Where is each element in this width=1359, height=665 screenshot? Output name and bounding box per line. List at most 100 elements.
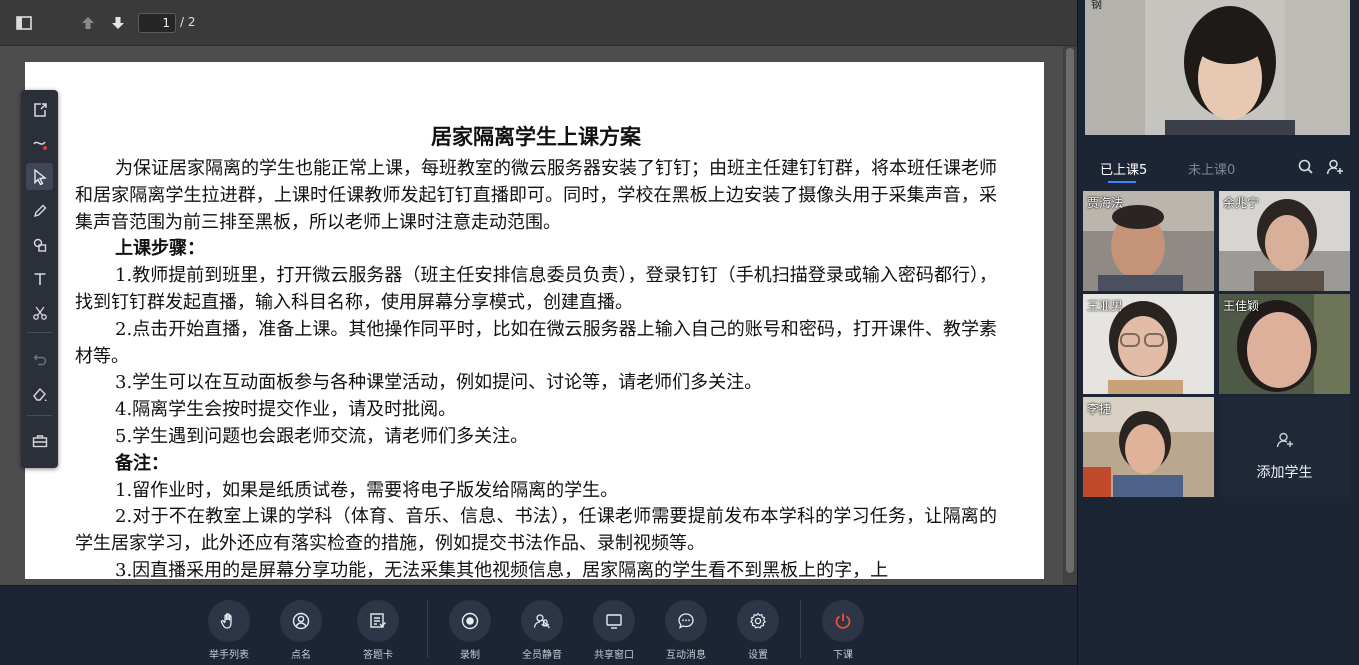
interactive-messages-button-circle [665,600,707,642]
pen-tool-button[interactable] [26,197,53,224]
record-icon [461,612,479,630]
teacher-name-label: 钢 [1091,0,1102,11]
answer-card-button-circle [357,600,399,642]
document-paragraph: 4.隔离学生会按时提交作业，请及时批阅。 [115,399,457,421]
laser-pointer-button[interactable] [26,130,53,157]
pen-icon [33,204,46,217]
document-title: 居家隔离学生上课方案 [431,124,641,149]
mute-all-icon [533,614,550,629]
export-icon [33,102,47,117]
document-viewer: 1 / 2 居家隔离学生上课方案 为保证居家隔离的学生也能正常上课，每班教室的微… [0,0,1077,585]
arrow-down-icon [112,17,124,29]
document-paragraph: 为保证居家隔离的学生也能正常上课，每班教室的微云服务器安装了钉钉；由班主任建钉钉… [75,158,997,233]
student-tile[interactable]: 贾海法 [1083,191,1214,291]
select-tool-button[interactable] [26,163,53,190]
sidebar-toggle-icon [16,16,32,30]
interactive-messages-label: 互动消息 [666,650,706,661]
cut-tool-button[interactable] [26,299,53,326]
roll-call-label: 点名 [291,650,311,661]
document-paragraph: 2.对于不在教室上课的学科（体育、音乐、信息、书法），任课老师需要提前发布本学科… [75,506,997,555]
toolbar-divider [27,332,52,333]
export-button[interactable] [26,96,53,123]
end-class-button[interactable]: 下课 [813,600,873,665]
student-name: 王亚男 [1087,299,1124,313]
document-paragraph: 3.学生可以在互动面板参与各种课堂活动，例如提问、讨论等，请老师们多关注。 [115,372,763,394]
answer-card-button[interactable]: 答题卡 [348,600,408,665]
record-label: 录制 [460,650,480,661]
undo-button[interactable] [26,345,53,372]
add-user-icon [1276,432,1293,448]
hand-raise-list-button[interactable]: 举手列表 [199,600,259,665]
share-window-label: 共享窗口 [594,650,634,661]
chat-icon [678,613,694,629]
control-divider [427,600,428,658]
document-section-heading: 备注： [115,452,169,474]
active-tab-indicator [1108,181,1136,183]
power-icon [835,613,851,629]
next-page-button[interactable] [106,11,130,35]
toolbox-icon [32,434,47,447]
roll-call-button[interactable]: 点名 [271,600,331,665]
sidebar-toggle-button[interactable] [12,11,36,35]
document-content: 居家隔离学生上课方案 为保证居家隔离的学生也能正常上课，每班教室的微云服务器安装… [75,122,997,579]
document-paragraph: 5.学生遇到问题也会跟老师交流，请老师们多关注。 [115,425,529,447]
arrow-up-icon [82,17,94,29]
annotation-toolbar [21,90,58,468]
document-paragraph: 3.因直播采用的是屏幕分享功能，无法采集其他视频信息，居家隔离的学生看不到黑板上… [115,559,889,579]
student-name: 王佳颖 [1223,299,1260,313]
document-paragraph: 2.点击开始直播，准备上课。其他操作同平时，比如在微云服务器上输入自己的账号和密… [75,318,997,367]
live-class-window: 1 / 2 居家隔离学生上课方案 为保证居家隔离的学生也能正常上课，每班教室的微… [0,0,1359,665]
page-number-input[interactable]: 1 [138,13,176,33]
student-tile[interactable]: 王佳颖 [1219,294,1350,394]
eraser-tool-button[interactable] [26,380,53,407]
document-page: 居家隔离学生上课方案 为保证居家隔离的学生也能正常上课，每班教室的微云服务器安装… [25,62,1044,579]
record-button-circle [449,600,491,642]
prev-page-button[interactable] [76,11,100,35]
hand-raise-list-button-circle [208,600,250,642]
end-class-button-circle [822,600,864,642]
attendance-tabs: 已上课5 未上课0 [1078,150,1359,186]
record-button[interactable]: 录制 [440,600,500,665]
mute-all-button[interactable]: 全员静音 [512,600,572,665]
student-tile[interactable]: 余兆宁 [1219,191,1350,291]
control-divider [800,600,801,658]
mute-all-label: 全员静音 [522,650,562,661]
document-section-heading: 上课步骤： [115,238,205,260]
tab-attending[interactable]: 已上课5 [1100,159,1147,178]
scissors-icon [32,306,47,320]
document-paragraph: 1.留作业时，如果是纸质试卷，需要将电子版发给隔离的学生。 [115,479,619,501]
tab-absent[interactable]: 未上课0 [1188,159,1235,178]
roll-call-button-circle [280,600,322,642]
shape-tool-button[interactable] [26,231,53,258]
shapes-icon [33,238,46,252]
teacher-video[interactable]: 钢 [1085,0,1350,135]
student-tile[interactable]: 李捷 [1083,397,1214,497]
teacher-video-feed [1085,0,1350,135]
toolbox-button[interactable] [26,427,53,454]
settings-button[interactable]: 设置 [728,600,788,665]
search-icon [1298,159,1313,174]
student-tile[interactable]: 王亚男 [1083,294,1214,394]
settings-label: 设置 [748,650,768,661]
document-body: 为保证居家隔离的学生也能正常上课，每班教室的微云服务器安装了钉钉；由班主任建钉钉… [75,156,997,579]
add-participant-button[interactable] [1326,158,1344,176]
eraser-icon [32,387,47,401]
interactive-messages-button[interactable]: 互动消息 [656,600,716,665]
answer-card-icon [370,613,386,628]
scrollbar-thumb[interactable] [1066,48,1074,573]
search-button[interactable] [1297,158,1315,176]
gear-icon [749,612,767,629]
add-student-label: 添加学生 [1256,465,1313,481]
share-window-button[interactable]: 共享窗口 [584,600,644,665]
text-tool-button[interactable] [26,265,53,292]
end-class-label: 下课 [833,650,853,661]
share-window-icon [606,614,622,629]
document-paragraph: 1.教师提前到班里，打开微云服务器（班主任安排信息委员负责），登录钉钉（手机扫描… [75,265,997,313]
toolbar-divider [27,415,52,416]
add-student-tile[interactable]: 添加学生 [1219,397,1350,497]
settings-button-circle [737,600,779,642]
page-total: / 2 [180,15,196,29]
laser-pointer-icon [32,141,47,150]
add-user-icon [1326,159,1343,175]
cursor-icon [33,168,47,185]
